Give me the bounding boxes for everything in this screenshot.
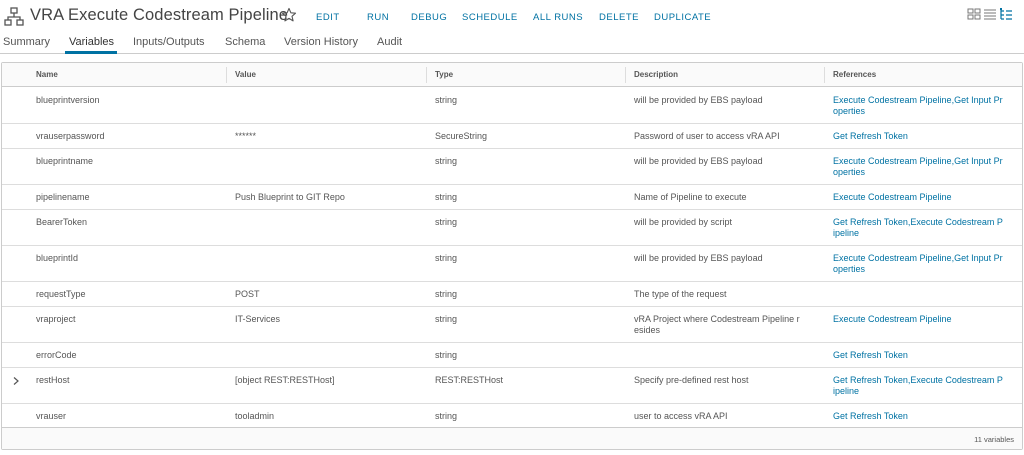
column-header-description[interactable]: Description	[634, 70, 678, 79]
cell-description: will be provided by script	[634, 217, 733, 227]
cell-description: will be provided by EBS payload	[634, 95, 763, 105]
cell-description: Specify pre-defined rest host	[634, 375, 749, 385]
cell-name: requestType	[36, 289, 86, 299]
run-button[interactable]: RUN	[367, 12, 389, 23]
tab-version-history[interactable]: Version History	[284, 36, 358, 48]
table-row[interactable]: vrauserpassword ****** SecureString Passwor…	[2, 124, 1022, 149]
debug-button[interactable]: DEBUG	[411, 12, 447, 23]
cell-name: errorCode	[36, 350, 77, 360]
column-header-name[interactable]: Name	[36, 70, 58, 79]
cell-value: IT-Services	[235, 314, 281, 324]
cell-value: tooladmin	[235, 411, 275, 421]
column-separator[interactable]	[226, 67, 227, 83]
table-row[interactable]: vrauser tooladmin string user to access vRA…	[2, 404, 1022, 429]
cell-references[interactable]: Execute Codestream Pipeline	[833, 314, 1017, 325]
column-header-references[interactable]: References	[833, 70, 876, 79]
list-view-icon[interactable]	[983, 7, 997, 21]
table-row[interactable]: blueprintname string will be provided by E…	[2, 149, 1022, 185]
cell-name: pipelinename	[36, 192, 90, 202]
cell-name: vrauser	[36, 411, 67, 421]
cell-value: POST	[235, 289, 260, 299]
table-row[interactable]: BearerToken string will be provided by scr…	[2, 210, 1022, 246]
cell-references[interactable]: Execute Codestream Pipeline,Get Input Pr…	[833, 156, 1017, 177]
column-separator[interactable]	[824, 67, 825, 83]
cell-references[interactable]: Get Refresh Token,Execute Codestream P i…	[833, 375, 1017, 396]
cell-name: blueprintversion	[36, 95, 100, 105]
cell-value: Push Blueprint to GIT Repo	[235, 192, 345, 202]
star-icon[interactable]	[281, 7, 297, 23]
table-row[interactable]: vraproject IT-Services string vRA Project w…	[2, 307, 1022, 343]
cell-type: string	[435, 350, 458, 360]
chevron-right-icon[interactable]	[11, 376, 21, 386]
column-header-type[interactable]: Type	[435, 70, 453, 79]
workflow-icon	[4, 7, 24, 26]
cell-description: will be provided by EBS payload	[634, 253, 763, 263]
all-runs-button[interactable]: ALL RUNS	[533, 12, 583, 23]
tab-bar: Summary Variables Inputs/Outputs Schema …	[0, 32, 1024, 54]
tab-summary[interactable]: Summary	[3, 36, 50, 48]
cell-name: blueprintId	[36, 253, 79, 263]
tab-variables[interactable]: Variables	[69, 36, 114, 48]
variables-grid: Name Value Type Description References b…	[1, 62, 1023, 450]
schedule-button[interactable]: SCHEDULE	[462, 12, 518, 23]
page-title: VRA Execute Codestream Pipeline	[30, 6, 289, 24]
cell-name: vraproject	[36, 314, 76, 324]
cell-description: Password of user to access vRA API	[634, 131, 780, 141]
cell-value: [object REST:RESTHost]	[235, 375, 335, 385]
cell-description: user to access vRA API	[634, 411, 728, 421]
table-row[interactable]: requestType POST string The type of the req…	[2, 282, 1022, 307]
cell-type: string	[435, 411, 458, 421]
cell-type: REST:RESTHost	[435, 375, 504, 385]
tree-view-icon[interactable]	[999, 7, 1013, 21]
cell-references[interactable]: Execute Codestream Pipeline,Get Input Pr…	[833, 253, 1017, 274]
column-separator[interactable]	[625, 67, 626, 83]
cell-description: Name of Pipeline to execute	[634, 192, 747, 202]
cell-description: will be provided by EBS payload	[634, 156, 763, 166]
page-header: VRA Execute Codestream Pipeline EDIT RUN…	[0, 0, 1024, 32]
cell-references[interactable]: Execute Codestream Pipeline,Get Input Pr…	[833, 95, 1017, 116]
table-row[interactable]: errorCode string Get Refresh Token	[2, 343, 1022, 368]
grid-header: Name Value Type Description References	[2, 63, 1022, 87]
variable-count: 11 variables	[974, 435, 1014, 444]
cell-name: BearerToken	[36, 217, 88, 227]
cell-references[interactable]: Execute Codestream Pipeline	[833, 192, 1017, 203]
cell-value: ******	[235, 131, 257, 141]
cell-name: blueprintname	[36, 156, 94, 166]
table-row[interactable]: blueprintversion string will be provided b…	[2, 88, 1022, 124]
tab-schema[interactable]: Schema	[225, 36, 265, 48]
cell-type: string	[435, 192, 458, 202]
cell-type: string	[435, 253, 458, 263]
cell-references[interactable]: Get Refresh Token,Execute Codestream P i…	[833, 217, 1017, 238]
cell-references[interactable]: Get Refresh Token	[833, 131, 1017, 142]
tab-inputs-outputs[interactable]: Inputs/Outputs	[133, 36, 205, 48]
table-row[interactable]: pipelinename Push Blueprint to GIT Repo st…	[2, 185, 1022, 210]
cell-type: string	[435, 156, 458, 166]
cell-type: string	[435, 314, 458, 324]
active-tab-indicator	[65, 51, 117, 54]
cell-type: string	[435, 217, 458, 227]
cell-name: vrauserpassword	[36, 131, 105, 141]
table-row[interactable]: blueprintId string will be provided by EBS…	[2, 246, 1022, 282]
card-view-icon[interactable]	[967, 7, 981, 21]
cell-references[interactable]: Get Refresh Token	[833, 350, 1017, 361]
edit-button[interactable]: EDIT	[316, 12, 340, 23]
cell-description: vRA Project where Codestream Pipeline r …	[634, 314, 800, 335]
table-row[interactable]: restHost [object REST:RESTHost] REST:RESTH…	[2, 368, 1022, 404]
tab-audit[interactable]: Audit	[377, 36, 402, 48]
column-separator[interactable]	[426, 67, 427, 83]
cell-references[interactable]: Get Refresh Token	[833, 411, 1017, 422]
cell-type: string	[435, 95, 458, 105]
cell-type: string	[435, 289, 458, 299]
grid-footer: 11 variables	[2, 427, 1022, 449]
cell-description: The type of the request	[634, 289, 727, 299]
column-header-value[interactable]: Value	[235, 70, 256, 79]
delete-button[interactable]: DELETE	[599, 12, 639, 23]
cell-name: restHost	[36, 375, 70, 385]
duplicate-button[interactable]: DUPLICATE	[654, 12, 711, 23]
cell-type: SecureString	[435, 131, 488, 141]
